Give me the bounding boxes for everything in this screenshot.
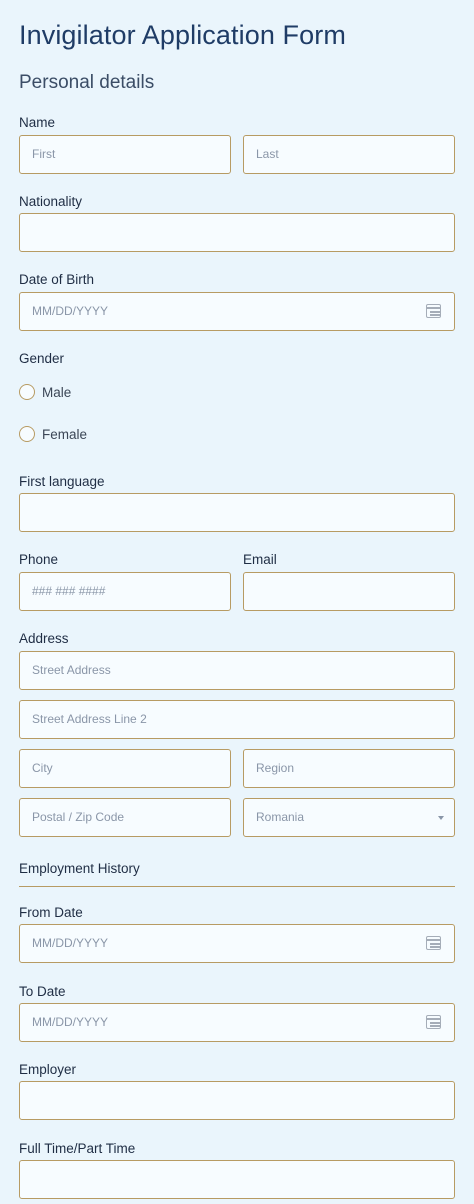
first-language-input[interactable] bbox=[19, 493, 455, 532]
postal-code-placeholder: Postal / Zip Code bbox=[32, 810, 125, 824]
gender-male-label[interactable]: Male bbox=[42, 385, 71, 400]
first-name-placeholder: First bbox=[32, 147, 56, 161]
gender-label: Gender bbox=[19, 351, 65, 366]
region-placeholder: Region bbox=[256, 761, 295, 775]
last-name-input[interactable]: Last bbox=[243, 135, 455, 174]
chevron-down-icon bbox=[438, 816, 444, 820]
country-value: Romania bbox=[256, 810, 305, 824]
from-date-input[interactable]: MM/DD/YYYY bbox=[19, 924, 455, 963]
from-date-placeholder: MM/DD/YYYY bbox=[32, 936, 109, 950]
calendar-icon[interactable] bbox=[426, 304, 441, 318]
city-placeholder: City bbox=[32, 761, 53, 775]
from-date-label: From Date bbox=[19, 905, 83, 920]
calendar-icon[interactable] bbox=[426, 936, 441, 950]
section-divider bbox=[19, 886, 455, 887]
email-input[interactable] bbox=[243, 572, 455, 611]
street-address-line2-placeholder: Street Address Line 2 bbox=[32, 712, 147, 726]
dob-placeholder: MM/DD/YYYY bbox=[32, 304, 109, 318]
employer-label: Employer bbox=[19, 1062, 77, 1077]
employer-input[interactable] bbox=[19, 1081, 455, 1120]
gender-female-label[interactable]: Female bbox=[42, 427, 87, 442]
last-name-placeholder: Last bbox=[256, 147, 279, 161]
country-select[interactable]: Romania bbox=[243, 798, 455, 837]
nationality-input[interactable] bbox=[19, 213, 455, 252]
calendar-icon[interactable] bbox=[426, 1015, 441, 1029]
nationality-label: Nationality bbox=[19, 194, 83, 209]
to-date-placeholder: MM/DD/YYYY bbox=[32, 1015, 109, 1029]
region-input[interactable]: Region bbox=[243, 749, 455, 788]
address-label: Address bbox=[19, 631, 69, 646]
dob-input[interactable]: MM/DD/YYYY bbox=[19, 292, 455, 331]
form-title: Invigilator Application Form bbox=[19, 20, 346, 50]
to-date-input[interactable]: MM/DD/YYYY bbox=[19, 1003, 455, 1042]
phone-input[interactable]: ### ### #### bbox=[19, 572, 231, 611]
email-label: Email bbox=[243, 552, 277, 567]
city-input[interactable]: City bbox=[19, 749, 231, 788]
first-language-label: First language bbox=[19, 474, 105, 489]
employment-history-heading: Employment History bbox=[19, 861, 140, 876]
gender-female-radio[interactable] bbox=[19, 426, 35, 442]
street-address-placeholder: Street Address bbox=[32, 663, 111, 677]
phone-placeholder: ### ### #### bbox=[32, 584, 106, 598]
phone-label: Phone bbox=[19, 552, 59, 567]
name-label: Name bbox=[19, 115, 56, 130]
to-date-label: To Date bbox=[19, 984, 66, 999]
fulltime-parttime-input[interactable] bbox=[19, 1160, 455, 1199]
dob-label: Date of Birth bbox=[19, 272, 95, 287]
first-name-input[interactable]: First bbox=[19, 135, 231, 174]
gender-male-radio[interactable] bbox=[19, 384, 35, 400]
street-address-input[interactable]: Street Address bbox=[19, 651, 455, 690]
street-address-line2-input[interactable]: Street Address Line 2 bbox=[19, 700, 455, 739]
postal-code-input[interactable]: Postal / Zip Code bbox=[19, 798, 231, 837]
section-title-personal-details: Personal details bbox=[19, 72, 155, 93]
fulltime-parttime-label: Full Time/Part Time bbox=[19, 1141, 136, 1156]
